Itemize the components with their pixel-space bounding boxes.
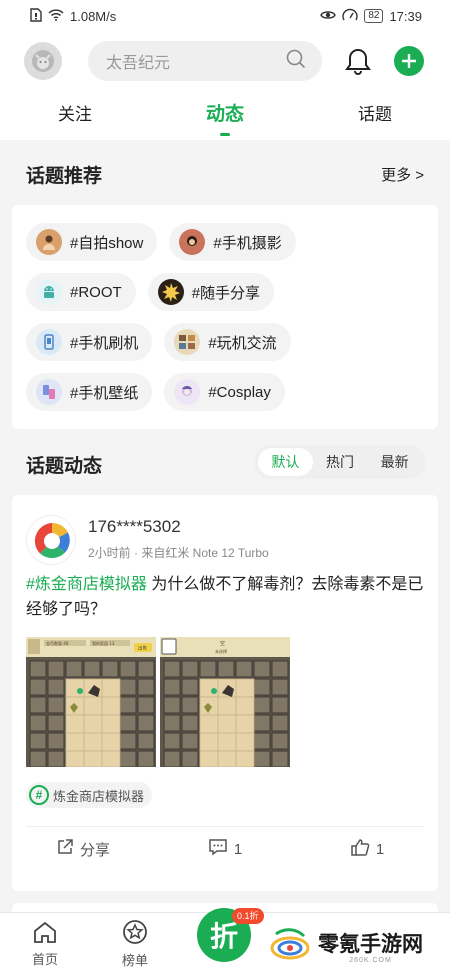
discount-badge: 0.1折 bbox=[232, 908, 264, 924]
speedometer-icon bbox=[342, 8, 359, 25]
cosplay-icon bbox=[174, 379, 201, 405]
search-icon[interactable] bbox=[286, 49, 306, 74]
post-divider bbox=[26, 826, 424, 827]
watermark-logo: 零氪手游网 260K.COM bbox=[268, 924, 450, 972]
topic-chip-label: #ROOT bbox=[70, 283, 122, 301]
post-images: 金币数量 48 我的家园 13 出售 空 未选择 bbox=[26, 637, 290, 767]
like-count: 1 bbox=[375, 840, 385, 858]
topic-chip-label: #玩机交流 bbox=[208, 334, 277, 352]
nav-home[interactable]: 首页 bbox=[0, 913, 90, 975]
post-hashtag[interactable]: #炼金商店模拟器 bbox=[26, 576, 147, 593]
img2-top-label: 空 bbox=[220, 640, 225, 647]
search-bar[interactable]: 太吾纪元 bbox=[88, 41, 322, 81]
eye-icon bbox=[320, 9, 337, 24]
topic-chip-label: #随手分享 bbox=[191, 284, 261, 302]
topic-chip-cosplay[interactable]: #Cosplay bbox=[164, 373, 285, 411]
share-icon bbox=[56, 838, 74, 860]
sim-icon bbox=[30, 7, 42, 25]
post-content[interactable]: #炼金商店模拟器 为什么做不了解毒剂？去除毒素不是已经够了吗？ bbox=[26, 572, 430, 622]
nav-ranking[interactable]: 榜单 bbox=[90, 913, 180, 975]
filter-latest[interactable]: 最新 bbox=[367, 448, 422, 476]
topic-chip-wallpaper[interactable]: #手机壁纸 bbox=[26, 373, 153, 411]
topics-card: #自拍show #手机摄影 #ROOT #随手分享 #手机刷机 #玩机交流 #手… bbox=[12, 205, 438, 429]
feed-section-title: 话题动态 bbox=[26, 456, 103, 477]
thumbs-up-icon bbox=[350, 838, 370, 860]
comment-button[interactable]: 1 bbox=[154, 838, 296, 860]
status-bar: 1.08M/s 82 17:39 bbox=[0, 0, 450, 32]
topic-chip-label: #Cosplay bbox=[208, 383, 271, 401]
wifi-icon bbox=[48, 8, 64, 24]
post-author-avatar[interactable] bbox=[26, 515, 76, 565]
topic-chip-share[interactable]: #随手分享 bbox=[147, 273, 275, 311]
post-actions: 分享 1 1 bbox=[12, 838, 438, 860]
phone-flash-icon bbox=[36, 329, 62, 355]
main-tabs: 关注 动态 话题 bbox=[0, 90, 450, 140]
star-badge-icon bbox=[122, 919, 148, 948]
topic-chip-label: #自拍show bbox=[70, 234, 144, 252]
topic-chip-label: #手机摄影 bbox=[213, 234, 282, 252]
share-burst-icon bbox=[157, 279, 184, 305]
post-meta: 2小时前 · 来自红米 Note 12 Turbo bbox=[88, 546, 269, 560]
nav-ranking-label: 榜单 bbox=[121, 953, 148, 968]
top-header: 太吾纪元 bbox=[0, 32, 450, 90]
img1-right-label: 我的家园 13 bbox=[92, 640, 115, 646]
feed-filter: 默认 热门 最新 bbox=[254, 445, 426, 479]
watermark-text: 零氪手游网 bbox=[318, 932, 423, 956]
battery-indicator: 82 bbox=[364, 9, 384, 23]
share-button[interactable]: 分享 bbox=[12, 838, 154, 860]
topic-chip-selfie[interactable]: #自拍show bbox=[26, 223, 158, 261]
img2-sub-label: 未选择 bbox=[215, 648, 227, 654]
post-topic-tag[interactable]: # 炼金商店模拟器 bbox=[26, 782, 153, 808]
tab-topics[interactable]: 话题 bbox=[300, 90, 450, 140]
post-topic-label: 炼金商店模拟器 bbox=[53, 788, 145, 804]
img1-sell-button: 出售 bbox=[138, 645, 147, 652]
user-avatar-icon[interactable] bbox=[24, 42, 62, 80]
post-card[interactable]: 176****5302 2小时前 · 来自红米 Note 12 Turbo #炼… bbox=[12, 495, 438, 891]
android-robot-icon bbox=[36, 279, 62, 305]
topic-chip-photography[interactable]: #手机摄影 bbox=[169, 223, 296, 261]
nav-home-label: 首页 bbox=[31, 952, 58, 967]
topic-chip-flashing[interactable]: #手机刷机 bbox=[26, 323, 153, 361]
network-speed: 1.08M/s bbox=[70, 8, 117, 24]
photography-icon bbox=[179, 229, 206, 255]
post-image-2[interactable]: 空 未选择 bbox=[160, 637, 290, 767]
topic-chip-root[interactable]: #ROOT bbox=[26, 273, 136, 311]
tab-follow[interactable]: 关注 bbox=[0, 90, 150, 140]
share-label: 分享 bbox=[79, 841, 110, 859]
img1-left-label: 金币数量 48 bbox=[46, 640, 69, 646]
topics-section-title: 话题推荐 bbox=[26, 166, 103, 187]
topic-chip-label: #手机刷机 bbox=[70, 334, 139, 352]
watermark-swirl-icon bbox=[268, 924, 312, 973]
post-image-1[interactable]: 金币数量 48 我的家园 13 出售 bbox=[26, 637, 156, 767]
selfie-icon bbox=[36, 229, 62, 255]
comment-count: 1 bbox=[233, 840, 243, 858]
more-topics-link[interactable]: 更多 > bbox=[381, 164, 424, 185]
topic-chip-exchange[interactable]: #玩机交流 bbox=[164, 323, 291, 361]
exchange-collage-icon bbox=[174, 329, 201, 355]
plus-icon[interactable] bbox=[394, 46, 424, 76]
filter-default[interactable]: 默认 bbox=[258, 448, 313, 476]
topic-chip-label: #手机壁纸 bbox=[70, 384, 139, 402]
wallpaper-icon bbox=[36, 379, 62, 405]
home-icon bbox=[32, 920, 58, 947]
post-username[interactable]: 176****5302 bbox=[88, 517, 181, 537]
filter-hot[interactable]: 热门 bbox=[313, 448, 368, 476]
hash-icon: # bbox=[29, 785, 49, 805]
comment-icon bbox=[208, 838, 228, 860]
watermark-url: 260K.COM bbox=[349, 956, 392, 964]
search-placeholder: 太吾纪元 bbox=[106, 55, 171, 72]
like-button[interactable]: 1 bbox=[296, 838, 438, 860]
bell-icon[interactable] bbox=[344, 46, 372, 76]
tab-feed[interactable]: 动态 bbox=[150, 90, 300, 140]
clock: 17:39 bbox=[389, 8, 422, 24]
